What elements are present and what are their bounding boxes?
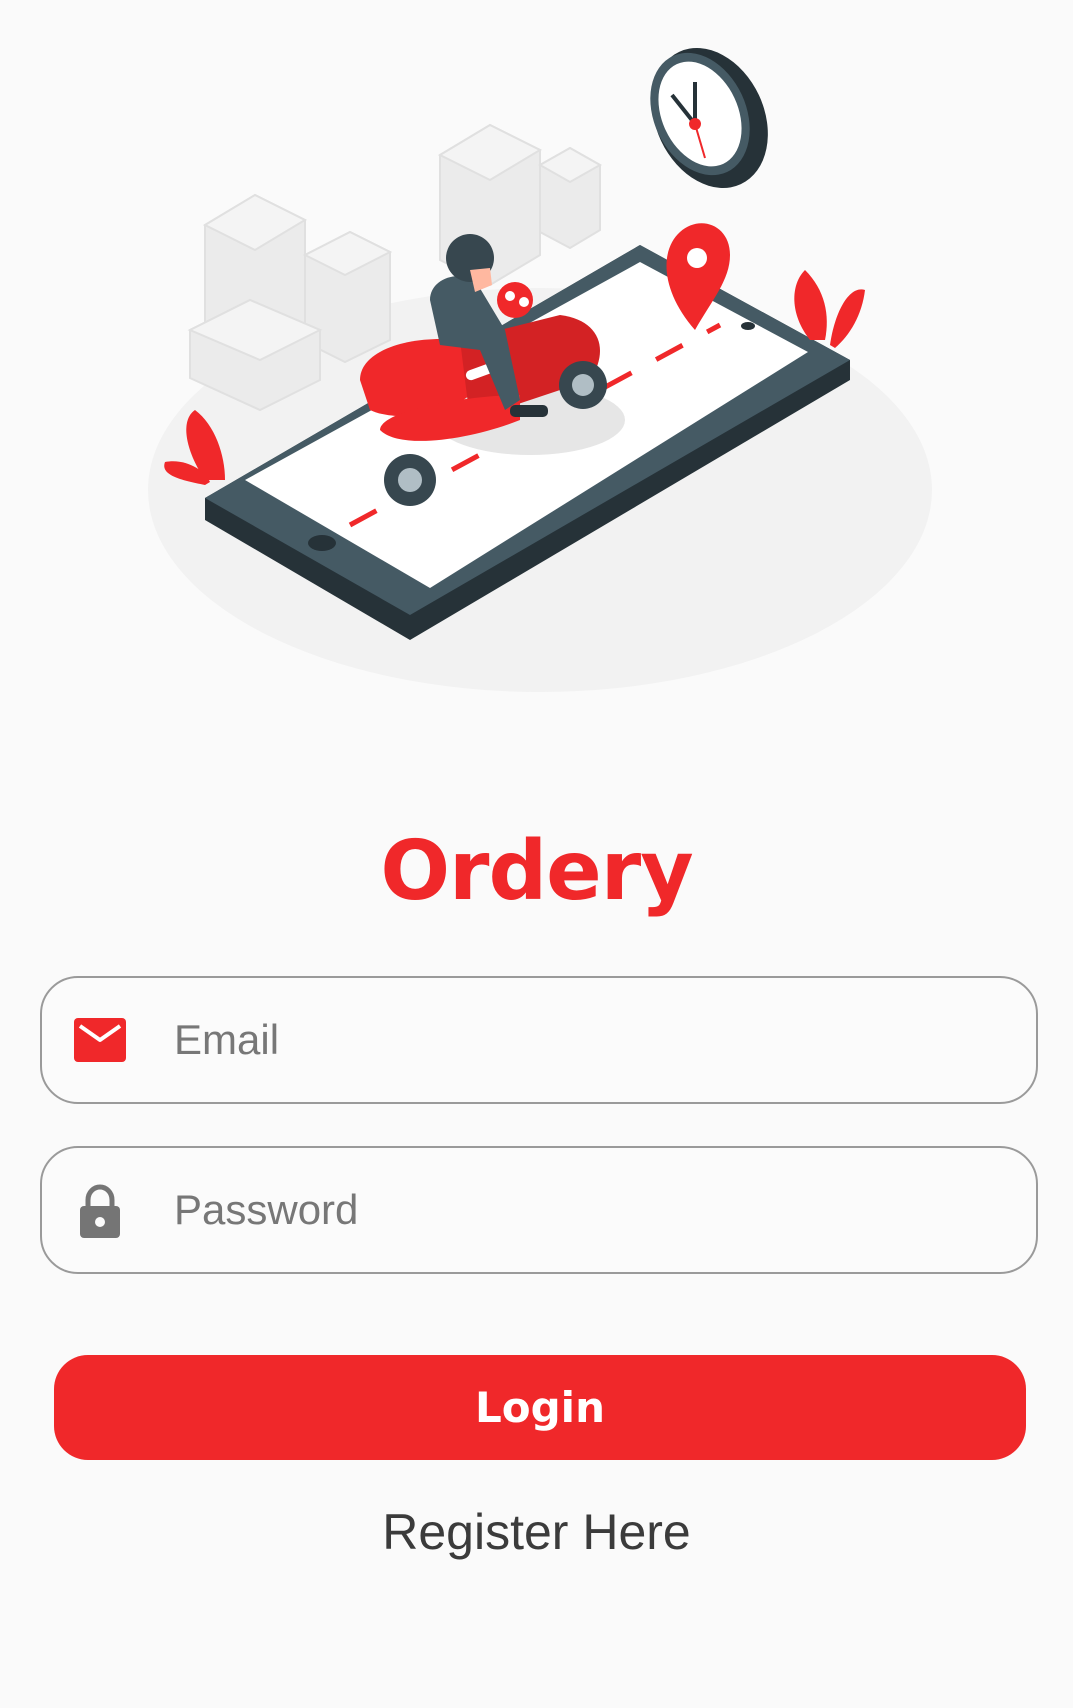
delivery-illustration: [148, 48, 932, 692]
login-button[interactable]: Login: [54, 1355, 1026, 1460]
mail-icon: [74, 1018, 126, 1062]
register-link[interactable]: Register Here: [0, 1500, 1073, 1564]
app-title: Ordery: [380, 824, 693, 919]
email-input[interactable]: [174, 978, 994, 1102]
clock-icon: [650, 48, 768, 188]
password-input[interactable]: [174, 1148, 994, 1272]
email-field[interactable]: [40, 976, 1038, 1104]
password-field[interactable]: [40, 1146, 1038, 1274]
lock-icon: [80, 1184, 120, 1238]
